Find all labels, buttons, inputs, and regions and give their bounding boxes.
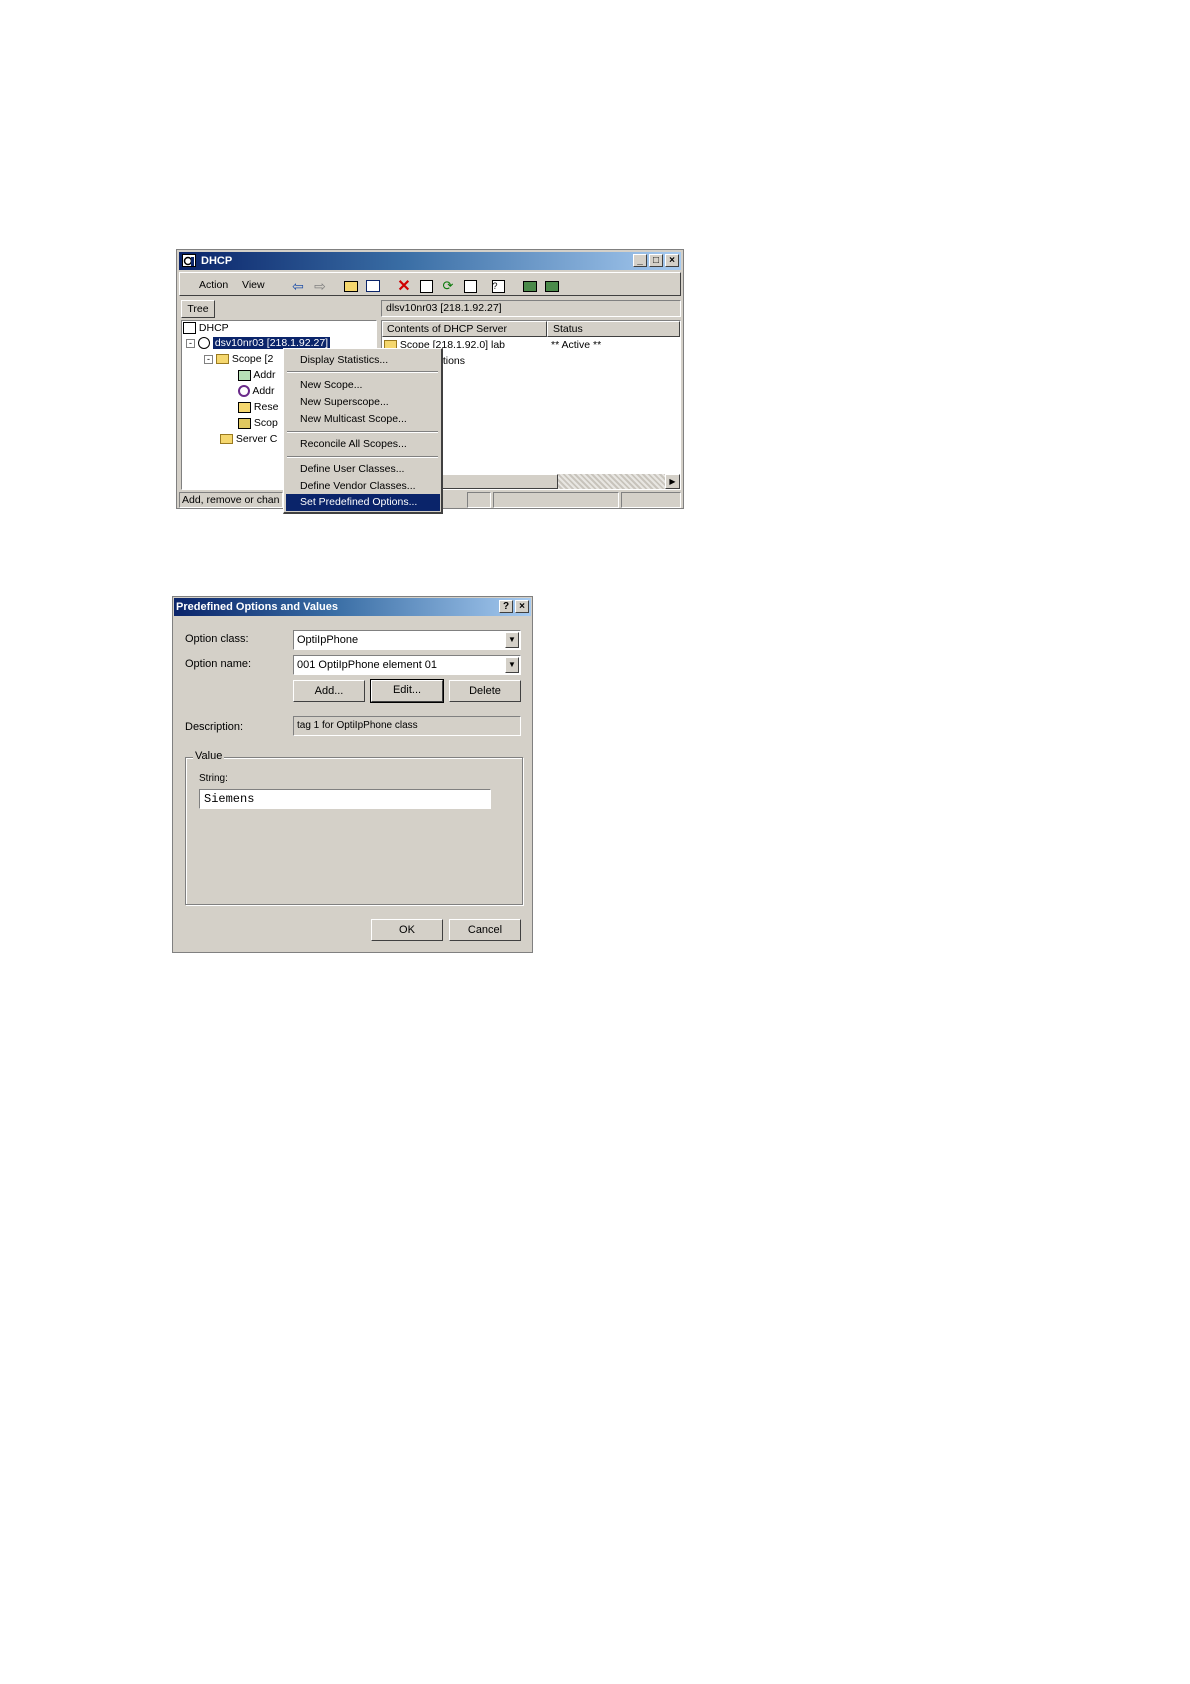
tree-scope-options[interactable]: Scop <box>238 417 278 429</box>
tree-tab-label: Tree <box>187 303 209 315</box>
dialog-close-button[interactable]: × <box>515 600 529 613</box>
predefined-options-dialog: Predefined Options and Values ? × Option… <box>172 596 533 953</box>
string-value-input[interactable]: Siemens <box>199 789 491 809</box>
menu-separator <box>287 371 438 373</box>
menu-set-predefined-options[interactable]: Set Predefined Options... <box>286 494 440 511</box>
tree-tab[interactable]: Tree <box>181 300 215 318</box>
tree-address-pool-label: Addr <box>253 369 276 381</box>
cancel-button[interactable]: Cancel <box>449 919 521 941</box>
back-arrow-icon[interactable]: ⇦ <box>289 277 307 295</box>
dialog-title: Predefined Options and Values <box>176 601 338 613</box>
option-class-value: OptiIpPhone <box>297 634 359 646</box>
column-header-status[interactable]: Status <box>547 321 680 337</box>
dhcp-toolbar: Action View ⇦ ⇨ ✕ ⟳ ? <box>179 272 681 296</box>
folder-icon <box>220 434 233 445</box>
tree-server-options[interactable]: Server C <box>220 433 277 445</box>
description-value: tag 1 for OptiIpPhone class <box>297 720 418 731</box>
menu-separator <box>287 456 438 458</box>
option-name-value: 001 OptiIpPhone element 01 <box>297 659 438 671</box>
column-header-contents-label: Contents of DHCP Server <box>387 323 508 335</box>
context-menu: Display Statistics... New Scope... New S… <box>283 348 443 514</box>
dhcp-title-bar[interactable]: DHCP _ □ × <box>179 252 681 270</box>
export-list-icon[interactable] <box>461 277 479 295</box>
dialog-title-bar[interactable]: Predefined Options and Values ? × <box>174 598 531 616</box>
status-bar-panel <box>467 492 491 508</box>
tree-address-pool[interactable]: Addr <box>238 369 276 381</box>
option-class-label: Option class: <box>185 633 249 645</box>
string-value: Siemens <box>204 792 255 806</box>
value-group <box>185 757 523 905</box>
tree-address-leases[interactable]: Addr <box>238 385 275 398</box>
menu-reconcile-all-scopes[interactable]: Reconcile All Scopes... <box>300 438 407 450</box>
description-label: Description: <box>185 721 244 733</box>
tree-reservations-label: Rese <box>253 401 279 413</box>
dhcp-window-title: DHCP <box>201 255 233 267</box>
column-header-contents[interactable]: Contents of DHCP Server <box>382 321 547 337</box>
tree-root[interactable]: DHCP <box>183 322 229 335</box>
dhcp-app-icon <box>182 254 196 267</box>
tree-server-options-label: Server C <box>235 433 278 445</box>
server-icon <box>197 337 210 350</box>
right-pane-header-text: dlsv10nr03 [218.1.92.27] <box>386 302 502 314</box>
help-icon[interactable]: ? <box>489 277 507 295</box>
menu-define-vendor-classes[interactable]: Define Vendor Classes... <box>300 480 416 492</box>
dropdown-arrow-icon[interactable]: ▼ <box>505 657 519 673</box>
string-label: String: <box>199 773 228 784</box>
address-leases-icon <box>238 385 250 398</box>
refresh-icon[interactable]: ⟳ <box>439 277 457 295</box>
value-group-label: Value <box>193 750 225 762</box>
option-name-select[interactable]: 001 OptiIpPhone element 01 ▼ <box>293 655 521 675</box>
delete-icon[interactable]: ✕ <box>395 277 413 295</box>
menu-separator <box>287 431 438 433</box>
description-field[interactable]: tag 1 for OptiIpPhone class <box>293 716 521 736</box>
collapse-icon[interactable]: - <box>186 338 195 348</box>
status-bar-panel <box>493 492 619 508</box>
minimize-button[interactable]: _ <box>633 254 647 267</box>
address-pool-icon <box>238 369 251 381</box>
tree-scope-options-label: Scop <box>253 417 278 429</box>
folder-icon <box>215 354 229 365</box>
tree-reservations[interactable]: Rese <box>238 401 278 413</box>
collapse-icon[interactable]: - <box>204 354 213 364</box>
menu-new-scope[interactable]: New Scope... <box>300 379 362 391</box>
dhcp-root-icon <box>183 322 196 335</box>
menu-set-predefined-options-label: Set Predefined Options... <box>300 496 418 508</box>
menu-new-multicast-scope[interactable]: New Multicast Scope... <box>300 413 407 425</box>
list-row-status: ** Active ** <box>551 339 602 351</box>
menu-view[interactable]: View <box>242 279 265 291</box>
status-bar-panel <box>621 492 681 508</box>
tree-scope[interactable]: - Scope [2 <box>204 353 273 365</box>
authorize-server-icon[interactable] <box>521 277 539 295</box>
add-button[interactable]: Add... <box>293 680 365 702</box>
up-folder-icon[interactable] <box>342 277 360 295</box>
option-name-label: Option name: <box>185 658 252 670</box>
reservations-icon <box>238 401 251 413</box>
menu-new-superscope[interactable]: New Superscope... <box>300 396 389 408</box>
column-header-status-label: Status <box>553 323 583 335</box>
help-button[interactable]: ? <box>499 600 513 613</box>
unauthorize-server-icon[interactable] <box>543 277 561 295</box>
status-bar: Add, remove or chan <box>179 492 283 508</box>
option-class-select[interactable]: OptiIpPhone ▼ <box>293 630 521 650</box>
scroll-right-icon[interactable]: ▶ <box>665 474 680 489</box>
tree-root-label: DHCP <box>198 322 229 334</box>
tree-address-leases-label: Addr <box>252 385 275 397</box>
right-pane-header: dlsv10nr03 [218.1.92.27] <box>381 300 681 317</box>
show-tree-icon[interactable] <box>364 277 382 295</box>
menu-define-user-classes[interactable]: Define User Classes... <box>300 463 404 475</box>
close-button[interactable]: × <box>665 254 679 267</box>
tree-scope-label: Scope [2 <box>231 353 274 365</box>
status-text: Add, remove or chan <box>182 494 280 506</box>
menu-display-statistics[interactable]: Display Statistics... <box>300 354 388 366</box>
menu-action[interactable]: Action <box>199 279 228 291</box>
properties-icon[interactable] <box>417 277 435 295</box>
delete-button[interactable]: Delete <box>449 680 521 702</box>
dropdown-arrow-icon[interactable]: ▼ <box>505 632 519 648</box>
edit-button[interactable]: Edit... <box>370 679 444 703</box>
ok-button[interactable]: OK <box>371 919 443 941</box>
scope-options-icon <box>238 417 251 429</box>
forward-arrow-icon[interactable]: ⇨ <box>311 277 329 295</box>
maximize-button[interactable]: □ <box>649 254 663 267</box>
